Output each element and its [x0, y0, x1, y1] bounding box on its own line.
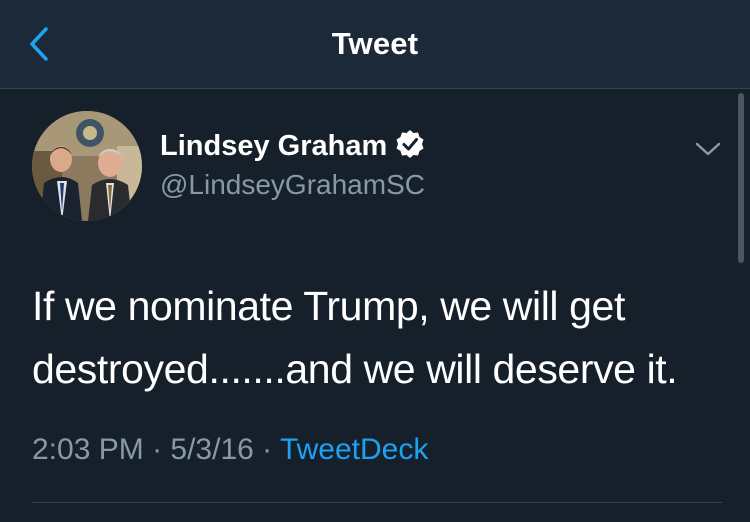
more-options-button[interactable] [694, 139, 722, 159]
tweet-metadata: 2:03 PM · 5/3/16 · TweetDeck [32, 433, 428, 467]
author-name[interactable]: Lindsey Graham [160, 129, 425, 163]
author-handle[interactable]: @LindseyGrahamSC [160, 169, 425, 201]
avatar[interactable] [32, 111, 142, 221]
author-name-text: Lindsey Graham [160, 130, 388, 162]
page-title: Tweet [331, 26, 419, 61]
tweet-detail-screen: Tweet Lindsey Graham @LindseyGrahamSC If… [0, 0, 750, 522]
avatar-photo [32, 111, 142, 221]
tweet-text: If we nominate Trump, we will get destro… [32, 283, 678, 392]
tweet-time: 2:03 PM [32, 433, 144, 466]
tweet-source-link[interactable]: TweetDeck [280, 433, 428, 466]
meta-separator: · [253, 433, 280, 466]
chevron-down-icon [695, 142, 721, 156]
meta-separator: · [143, 433, 171, 466]
tweet-date: 5/3/16 [170, 433, 254, 466]
tweet-card: Lindsey Graham @LindseyGrahamSC If we no… [0, 89, 750, 522]
nav-bar: Tweet [0, 0, 750, 89]
verified-badge-icon [396, 130, 424, 158]
divider [32, 502, 722, 503]
scrollbar[interactable] [738, 93, 744, 263]
